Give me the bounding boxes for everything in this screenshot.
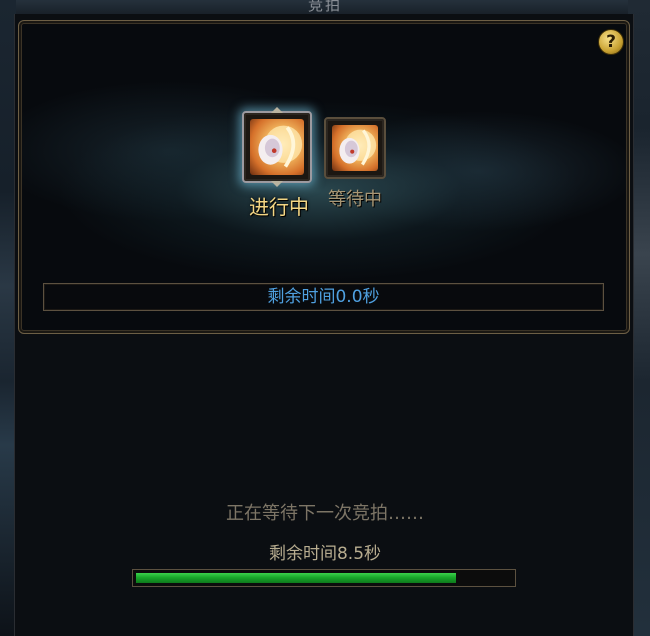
help-button[interactable]: ?: [598, 29, 624, 55]
game-screen: 竞拍 ? 进行中 等待中 剩余时间0.0秒 正在等待下一次竞拍…… 剩余时间8.…: [0, 0, 650, 636]
auction-item-slot-active[interactable]: [242, 107, 312, 187]
slot-status-waiting: 等待中: [328, 189, 382, 210]
countdown-progress-bar: [132, 569, 516, 587]
window-title: 竞拍: [307, 0, 342, 14]
waiting-next-auction-text: 正在等待下一次竞拍……: [226, 503, 424, 524]
item-icon: [250, 119, 304, 175]
slot-status-active: 进行中: [249, 195, 309, 219]
countdown-progress-fill: [136, 573, 456, 583]
auction-item-slot-waiting[interactable]: [324, 117, 386, 179]
selection-arrow-bottom-icon: [271, 181, 283, 187]
question-mark-icon: ?: [606, 32, 616, 52]
item-icon: [332, 125, 378, 171]
selection-arrow-top-icon: [271, 107, 283, 113]
next-remaining-time: 剩余时间8.5秒: [268, 544, 382, 564]
current-remaining-time: 剩余时间0.0秒: [43, 283, 604, 311]
